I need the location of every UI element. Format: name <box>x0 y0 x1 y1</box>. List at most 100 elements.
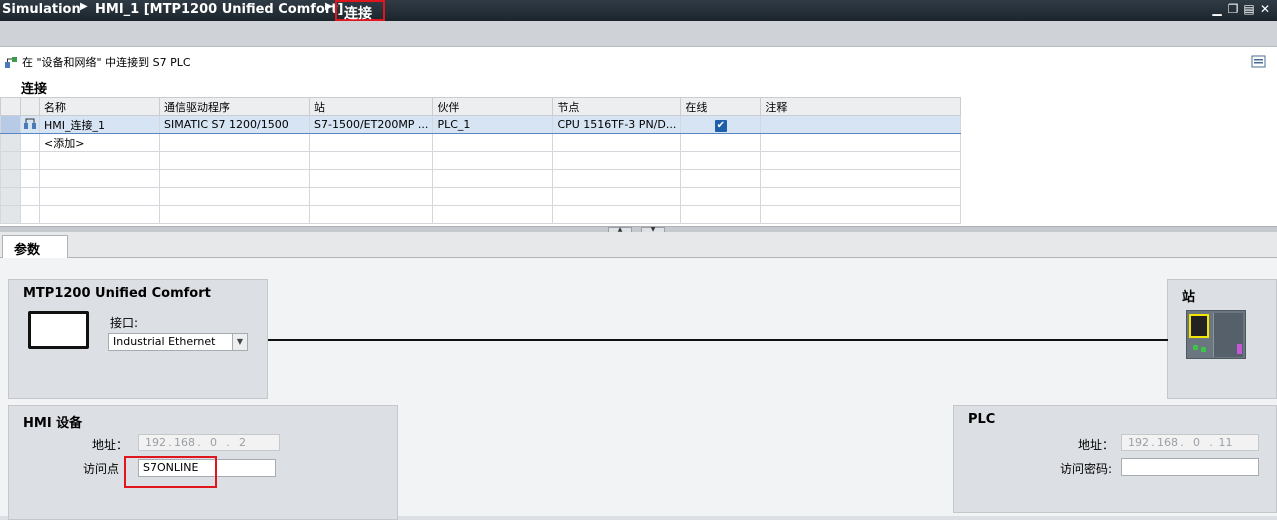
empty-cell <box>308 187 434 206</box>
empty-cell <box>308 205 434 224</box>
empty-cell <box>39 205 160 224</box>
empty-cell <box>680 205 762 224</box>
empty-cell <box>159 187 310 206</box>
breadcrumb-separator-icon: ▶ <box>325 1 333 12</box>
empty-cell <box>159 133 310 152</box>
tile-icon[interactable]: ▤ <box>1241 2 1257 16</box>
empty-cell <box>159 151 310 170</box>
row-gutter <box>0 187 21 206</box>
close-icon[interactable]: ✕ <box>1257 2 1273 16</box>
info-text: 在 "设备和网络" 中连接到 S7 PLC <box>22 56 191 69</box>
station-title: 站 <box>1182 290 1196 305</box>
plc-station-icon <box>1186 310 1246 359</box>
cell-online[interactable]: ✔ <box>680 115 762 134</box>
column-header-online[interactable]: 在线 <box>680 97 762 116</box>
empty-cell <box>20 205 40 224</box>
table-row[interactable]: <添加> <box>0 133 962 152</box>
plc-title: PLC <box>968 412 996 427</box>
empty-cell <box>20 169 40 188</box>
table-row <box>0 169 962 188</box>
password-input[interactable] <box>1121 458 1259 476</box>
row-gutter[interactable] <box>0 133 21 152</box>
info-row: 在 "设备和网络" 中连接到 S7 PLC <box>4 54 191 70</box>
empty-cell <box>552 169 682 188</box>
cell-partner[interactable]: PLC_1 <box>432 115 554 134</box>
ip-dot: . <box>1151 436 1155 449</box>
empty-cell <box>432 187 554 206</box>
network-connect-icon[interactable] <box>4 55 18 69</box>
breadcrumb-simulation[interactable]: Simulation <box>2 2 81 17</box>
plc-address-box: PLC 地址： 192. 168. 0. 11 访问密码: <box>953 405 1277 513</box>
station-box: 站 <box>1167 279 1277 399</box>
ip-octet: 192 <box>1128 436 1149 449</box>
ip-dot: . <box>226 436 230 449</box>
highlight-box <box>124 456 217 488</box>
plc-address-label: 地址： <box>1077 438 1114 452</box>
cell-node[interactable]: CPU 1516TF-3 PN/D... <box>552 115 682 134</box>
empty-cell <box>159 205 310 224</box>
ip-octet: 0 <box>210 436 217 449</box>
empty-cell <box>680 133 762 152</box>
connection-line <box>268 339 1168 341</box>
empty-cell <box>308 133 434 152</box>
table-row <box>0 151 962 170</box>
hmi-ip-field: 192. 168. 0. 2 <box>138 434 280 451</box>
empty-cell <box>432 133 554 152</box>
chevron-down-icon[interactable]: ▼ <box>232 334 247 350</box>
cell-name[interactable]: HMI_连接_1 <box>39 115 160 134</box>
plc-ip-field: 192. 168. 0. 11 <box>1121 434 1259 451</box>
params-panel: MTP1200 Unified Comfort 接口: Industrial E… <box>0 258 1277 520</box>
hmi-device-title: MTP1200 Unified Comfort <box>23 286 211 301</box>
interface-select[interactable]: Industrial Ethernet ▼ <box>108 333 248 351</box>
properties-icon[interactable] <box>1251 55 1267 69</box>
cell-comment[interactable] <box>760 115 962 134</box>
empty-cell <box>20 151 40 170</box>
empty-cell <box>39 187 160 206</box>
column-header-driver[interactable]: 通信驱动程序 <box>159 97 310 116</box>
section-title: 连接 <box>21 82 48 97</box>
window-controls: ▁ ❐ ▤ ✕ <box>1209 2 1273 16</box>
empty-cell <box>432 205 554 224</box>
restore-icon[interactable]: ❐ <box>1225 2 1241 16</box>
minimize-icon[interactable]: ▁ <box>1209 2 1225 16</box>
column-header-partner[interactable]: 伙伴 <box>432 97 554 116</box>
ip-octet: 168 <box>1157 436 1178 449</box>
hmi-address-box: HMI 设备 地址： 192. 168. 0. 2 访问点 S7ONLINE <box>8 405 398 520</box>
empty-cell <box>432 169 554 188</box>
tab-params[interactable]: 参数 <box>2 235 68 259</box>
online-checkbox[interactable]: ✔ <box>714 119 727 132</box>
row-gutter <box>0 97 21 116</box>
ip-dot: . <box>197 436 201 449</box>
empty-cell <box>159 169 310 188</box>
column-header-comment[interactable]: 注释 <box>760 97 962 116</box>
empty-cell <box>760 169 962 188</box>
column-header-name[interactable]: 名称 <box>39 97 160 116</box>
column-header-node[interactable]: 节点 <box>552 97 682 116</box>
table-row[interactable]: HMI_连接_1 SIMATIC S7 1200/1500 S7-1500/ET… <box>0 115 962 134</box>
ip-octet: 168 <box>174 436 195 449</box>
table-header-row: 名称 通信驱动程序 站 伙伴 节点 在线 注释 <box>0 97 962 116</box>
connections-table: 名称 通信驱动程序 站 伙伴 节点 在线 注释 HMI_连接_1 SIMATIC… <box>0 97 962 224</box>
editor-content: 在 "设备和网络" 中连接到 S7 PLC 连接 名称 通信驱动程序 站 伙伴 … <box>0 47 1277 520</box>
add-connection-cell[interactable]: <添加> <box>39 133 160 152</box>
access-point-label: 访问点 <box>82 462 119 476</box>
title-bar: Simulation ▶ HMI_1 [MTP1200 Unified Comf… <box>0 0 1277 22</box>
ip-dot: . <box>1180 436 1184 449</box>
cell-driver[interactable]: SIMATIC S7 1200/1500 <box>159 115 310 134</box>
column-header-station[interactable]: 站 <box>308 97 434 116</box>
row-gutter[interactable] <box>0 115 21 134</box>
empty-cell <box>39 151 160 170</box>
empty-cell <box>760 205 962 224</box>
empty-cell <box>680 187 762 206</box>
breadcrumb-hmi[interactable]: HMI_1 [MTP1200 Unified Comfort] <box>95 2 343 17</box>
cell-station[interactable]: S7-1500/ET200MP ... <box>308 115 434 134</box>
breadcrumb-separator-icon: ▶ <box>80 1 88 12</box>
interface-label: 接口: <box>110 316 139 330</box>
connection-icon <box>20 115 40 134</box>
empty-cell <box>432 151 554 170</box>
table-row <box>0 205 962 224</box>
ip-octet: 11 <box>1218 436 1233 449</box>
empty-cell <box>760 151 962 170</box>
empty-cell <box>552 133 682 152</box>
empty-cell <box>20 187 40 206</box>
